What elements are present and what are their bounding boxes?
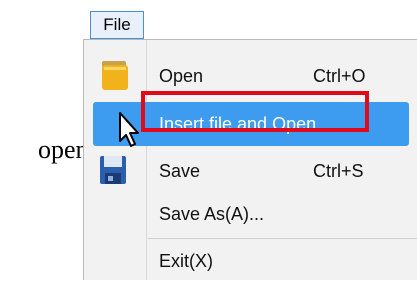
file-menu-button[interactable]: File xyxy=(90,11,144,39)
menu-item-label: Save As(A)... xyxy=(159,204,265,224)
highlight-callout-box xyxy=(141,91,369,132)
menu-item-save[interactable]: Save Ctrl+S xyxy=(84,149,417,193)
menu-item-exit[interactable]: Exit(X) xyxy=(84,239,417,283)
folder-icon xyxy=(102,61,128,90)
menu-item-label: Exit(X) xyxy=(159,251,213,271)
menu-item-label: Open xyxy=(159,66,204,86)
menu-item-label: Save xyxy=(159,161,201,181)
menu-item-shortcut: Ctrl+O xyxy=(313,66,366,86)
file-dropdown-menu: Open Ctrl+O Insert file and Open Save Ct… xyxy=(83,39,417,280)
mouse-pointer-icon xyxy=(119,112,139,147)
floppy-disk-icon xyxy=(100,156,126,184)
menu-item-save-as[interactable]: Save As(A)... xyxy=(84,192,417,236)
menu-item-shortcut: Ctrl+S xyxy=(313,161,364,181)
